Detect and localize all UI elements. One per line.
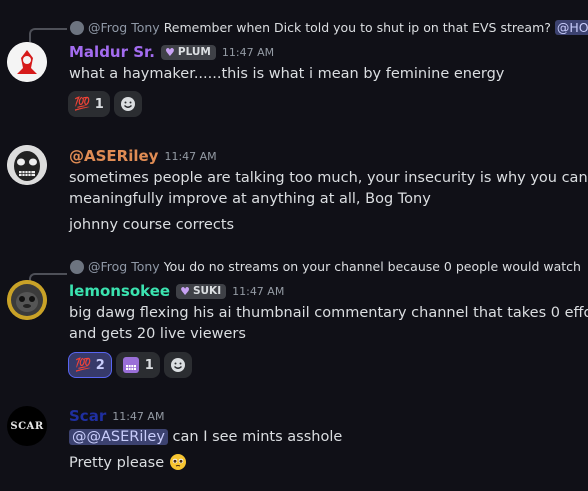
reply-preview[interactable]: @Frog Tony Remember when Dick told you t… — [70, 20, 588, 35]
avatar[interactable] — [7, 145, 47, 185]
reaction-count: 1 — [144, 357, 154, 373]
message-text: and gets 20 live viewers — [69, 326, 246, 342]
grin-emote-icon — [122, 357, 139, 373]
smiley-icon — [170, 358, 185, 372]
add-reaction-button[interactable] — [113, 91, 142, 117]
avatar[interactable] — [7, 280, 47, 320]
message-text: what a haymaker......this is what i mean… — [69, 66, 505, 82]
reply-author[interactable]: @Frog Tony — [88, 259, 160, 274]
reaction-count: 1 — [94, 96, 104, 112]
author-name[interactable]: Scar — [69, 407, 106, 425]
reaction-100[interactable]: 💯 2 — [68, 352, 112, 378]
message-text: johnny course corrects — [69, 217, 235, 233]
message-text: sometimes people are talking too much, y… — [69, 170, 588, 186]
add-reaction-button[interactable] — [163, 352, 192, 378]
message-text: big dawg flexing his ai thumbnail commen… — [69, 305, 588, 321]
message-text-part: Pretty please — [69, 455, 165, 471]
message-text: meaningfully improve at anything at all,… — [69, 191, 431, 207]
reply-preview[interactable]: @Frog Tony You do no streams on your cha… — [70, 259, 581, 274]
reaction-count: 2 — [95, 357, 105, 373]
reply-mention[interactable]: @HO... — [554, 20, 588, 35]
author-name[interactable]: @ASERiley — [69, 147, 158, 165]
reaction-100[interactable]: 💯 1 — [68, 91, 110, 117]
author-name[interactable]: Maldur Sr. — [69, 43, 155, 61]
reaction-bar: 💯 2 1 — [68, 352, 192, 378]
smiley-icon — [120, 97, 135, 111]
reply-avatar — [70, 20, 84, 35]
hundred-points-icon: 💯 — [74, 96, 90, 112]
reply-text: You do no streams on your channel becaus… — [163, 259, 581, 274]
message-text-part: can I see mints asshole — [172, 429, 343, 445]
timestamp: 11:47 AM — [232, 284, 285, 298]
heart-icon: ♥ — [165, 45, 175, 59]
avatar[interactable] — [7, 42, 47, 82]
timestamp: 11:47 AM — [164, 149, 217, 163]
reply-author[interactable]: @Frog Tony — [88, 20, 160, 35]
timestamp: 11:47 AM — [112, 409, 165, 423]
user-mention[interactable]: @@ASERiley — [69, 429, 168, 445]
message-text: @@ASERiley can I see mints asshole — [69, 427, 342, 448]
heart-icon: ♥ — [180, 284, 190, 298]
role-badge: ♥ PLUM — [161, 44, 216, 60]
hundred-points-icon: 💯 — [75, 357, 91, 373]
message-text: Pretty please — [69, 453, 187, 474]
reaction-custom[interactable]: 1 — [115, 352, 160, 378]
reply-avatar — [70, 259, 84, 274]
pleading-face-icon — [169, 454, 186, 470]
avatar[interactable]: SCAR — [7, 406, 47, 446]
reaction-bar: 💯 1 — [68, 91, 142, 117]
timestamp: 11:47 AM — [221, 45, 275, 59]
reply-connector — [29, 28, 67, 42]
role-badge: ♥ SUKI — [176, 283, 227, 299]
reply-text: Remember when Dick told you to shut ip o… — [163, 20, 551, 35]
avatar-logo: SCAR — [10, 420, 44, 432]
author-name[interactable]: lemonsokee — [69, 282, 170, 300]
